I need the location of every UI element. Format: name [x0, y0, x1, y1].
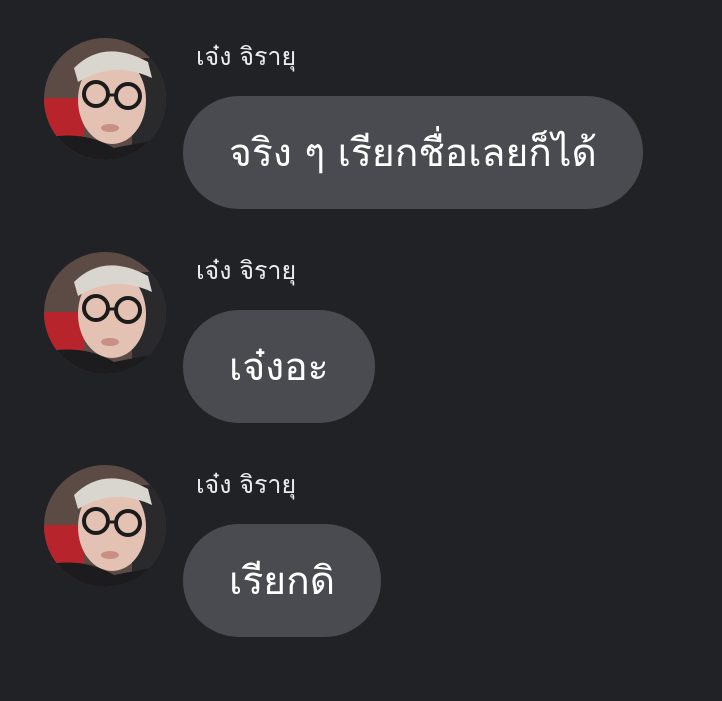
sender-name: เจ๋ง จิรายุ	[196, 470, 297, 499]
avatar[interactable]	[44, 38, 166, 160]
message-bubble[interactable]: จริง ๆ เรียกชื่อเลยก็ได้	[183, 96, 643, 209]
message-bubble[interactable]: เจ๋งอะ	[183, 310, 375, 423]
message-bubble[interactable]: เรียกดิ	[183, 524, 382, 637]
sender-name: เจ๋ง จิรายุ	[196, 42, 297, 71]
avatar[interactable]	[44, 252, 166, 374]
avatar[interactable]	[44, 465, 166, 587]
user-avatar-photo-icon	[44, 465, 166, 587]
user-avatar-photo-icon	[44, 38, 166, 160]
chat-thread: เจ๋ง จิรายุ จริง ๆ เรียกชื่อเลยก็ได้ เจ๋…	[0, 0, 722, 701]
user-avatar-photo-icon	[44, 252, 166, 374]
sender-name: เจ๋ง จิรายุ	[196, 256, 297, 285]
